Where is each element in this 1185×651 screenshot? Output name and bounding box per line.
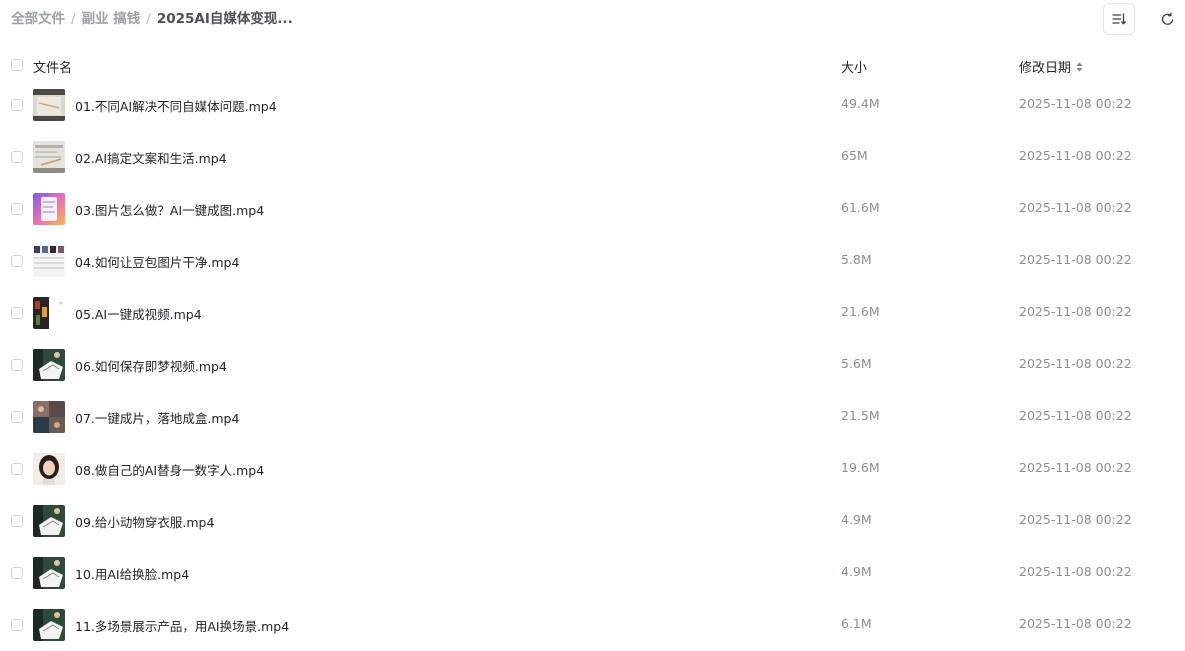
file-name[interactable]: 11.多场景展示产品，用AI换场景.mp4: [75, 616, 289, 635]
row-checkbox[interactable]: [11, 411, 23, 423]
video-thumbnail: [33, 505, 65, 537]
breadcrumb-item-folder[interactable]: 副业 搞钱: [82, 11, 141, 27]
row-checkbox[interactable]: [11, 307, 23, 319]
select-all-checkbox[interactable]: [11, 59, 23, 71]
table-row[interactable]: 03.图片怎么做？AI一键成图.mp4 61.6M 2025-11-08 00:…: [0, 183, 1185, 235]
file-size: 49.4M: [841, 96, 880, 111]
file-name[interactable]: 08.做自己的AI替身一数字人.mp4: [75, 460, 264, 479]
table-row[interactable]: 04.如何让豆包图片干净.mp4 5.8M 2025-11-08 00:22: [0, 235, 1185, 287]
column-header-date[interactable]: 修改日期: [1019, 57, 1083, 76]
sort-list-icon: [1112, 13, 1126, 25]
file-date: 2025-11-08 00:22: [1019, 148, 1132, 163]
file-size: 21.6M: [841, 304, 880, 319]
breadcrumb-separator: /: [146, 11, 151, 27]
file-name[interactable]: 06.如何保存即梦视频.mp4: [75, 356, 227, 375]
file-name[interactable]: 07.一键成片，落地成盒.mp4: [75, 408, 239, 427]
row-checkbox[interactable]: [11, 359, 23, 371]
breadcrumb-item-root[interactable]: 全部文件: [11, 11, 65, 27]
top-bar: 全部文件 / 副业 搞钱 / 2025AI自媒体变现...: [0, 0, 1185, 38]
file-name[interactable]: 02.AI搞定文案和生活.mp4: [75, 148, 227, 167]
table-row[interactable]: 02.AI搞定文案和生活.mp4 65M 2025-11-08 00:22: [0, 131, 1185, 183]
row-checkbox[interactable]: [11, 151, 23, 163]
row-checkbox[interactable]: [11, 463, 23, 475]
column-header-name[interactable]: 文件名: [33, 57, 72, 76]
file-date: 2025-11-08 00:22: [1019, 564, 1132, 579]
file-size: 6.1M: [841, 616, 872, 631]
row-checkbox[interactable]: [11, 515, 23, 527]
video-thumbnail: [33, 89, 65, 121]
file-date: 2025-11-08 00:22: [1019, 200, 1132, 215]
video-thumbnail: [33, 349, 65, 381]
video-thumbnail: [33, 245, 65, 277]
video-thumbnail: [33, 401, 65, 433]
breadcrumb-separator: /: [71, 11, 76, 27]
refresh-button[interactable]: [1151, 3, 1183, 35]
file-date: 2025-11-08 00:22: [1019, 304, 1132, 319]
file-date: 2025-11-08 00:22: [1019, 252, 1132, 267]
file-date: 2025-11-08 00:22: [1019, 356, 1132, 371]
file-date: 2025-11-08 00:22: [1019, 512, 1132, 527]
file-size: 4.9M: [841, 512, 872, 527]
video-thumbnail: [33, 297, 65, 329]
table-row[interactable]: 01.不同AI解决不同自媒体问题.mp4 49.4M 2025-11-08 00…: [0, 79, 1185, 131]
table-row[interactable]: 05.AI一键成视频.mp4 21.6M 2025-11-08 00:22: [0, 287, 1185, 339]
sort-toggle-icon[interactable]: [1076, 62, 1083, 72]
file-size: 4.9M: [841, 564, 872, 579]
sort-button[interactable]: [1103, 3, 1135, 35]
file-name[interactable]: 04.如何让豆包图片干净.mp4: [75, 252, 239, 271]
table-row[interactable]: 10.用AI给换脸.mp4 4.9M 2025-11-08 00:22: [0, 547, 1185, 599]
table-header: 文件名 大小 修改日期: [0, 52, 1185, 80]
table-row[interactable]: 06.如何保存即梦视频.mp4 5.6M 2025-11-08 00:22: [0, 339, 1185, 391]
file-size: 19.6M: [841, 460, 880, 475]
file-name[interactable]: 03.图片怎么做？AI一键成图.mp4: [75, 200, 264, 219]
file-size: 5.6M: [841, 356, 872, 371]
file-date: 2025-11-08 00:22: [1019, 408, 1132, 423]
row-checkbox[interactable]: [11, 255, 23, 267]
table-row[interactable]: 08.做自己的AI替身一数字人.mp4 19.6M 2025-11-08 00:…: [0, 443, 1185, 495]
file-date: 2025-11-08 00:22: [1019, 96, 1132, 111]
file-size: 5.8M: [841, 252, 872, 267]
breadcrumb-item-current: 2025AI自媒体变现...: [156, 11, 293, 27]
video-thumbnail: [33, 193, 65, 225]
column-header-date-label: 修改日期: [1019, 61, 1072, 76]
file-size: 21.5M: [841, 408, 880, 423]
row-checkbox[interactable]: [11, 203, 23, 215]
refresh-icon: [1161, 12, 1173, 25]
video-thumbnail: [33, 453, 65, 485]
file-name[interactable]: 10.用AI给换脸.mp4: [75, 564, 189, 583]
table-row[interactable]: 09.给小动物穿衣服.mp4 4.9M 2025-11-08 00:22: [0, 495, 1185, 547]
file-size: 61.6M: [841, 200, 880, 215]
file-size: 65M: [841, 148, 868, 163]
row-checkbox[interactable]: [11, 619, 23, 631]
row-checkbox[interactable]: [11, 567, 23, 579]
file-name[interactable]: 01.不同AI解决不同自媒体问题.mp4: [75, 96, 277, 115]
file-name[interactable]: 09.给小动物穿衣服.mp4: [75, 512, 214, 531]
breadcrumb: 全部文件 / 副业 搞钱 / 2025AI自媒体变现...: [11, 9, 293, 29]
file-date: 2025-11-08 00:22: [1019, 616, 1132, 631]
video-thumbnail: [33, 557, 65, 589]
table-row[interactable]: 07.一键成片，落地成盒.mp4 21.5M 2025-11-08 00:22: [0, 391, 1185, 443]
video-thumbnail: [33, 141, 65, 173]
table-row[interactable]: 11.多场景展示产品，用AI换场景.mp4 6.1M 2025-11-08 00…: [0, 599, 1185, 651]
file-date: 2025-11-08 00:22: [1019, 460, 1132, 475]
column-header-size[interactable]: 大小: [841, 57, 867, 76]
file-name[interactable]: 05.AI一键成视频.mp4: [75, 304, 202, 323]
video-thumbnail: [33, 609, 65, 641]
file-list: 01.不同AI解决不同自媒体问题.mp4 49.4M 2025-11-08 00…: [0, 79, 1185, 651]
row-checkbox[interactable]: [11, 99, 23, 111]
